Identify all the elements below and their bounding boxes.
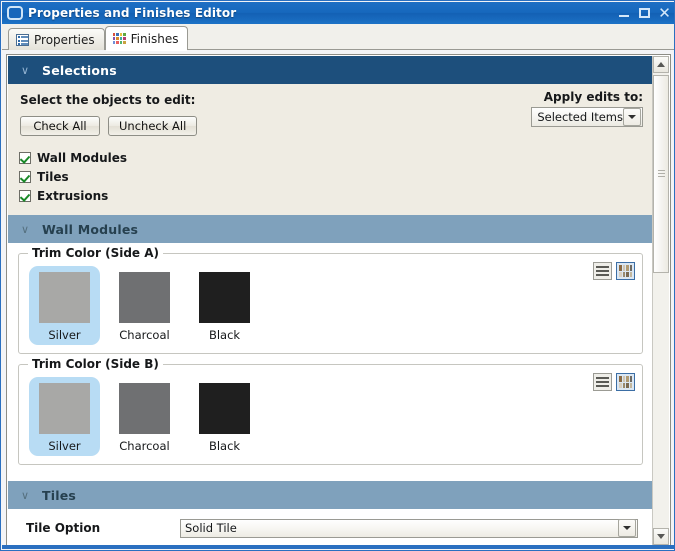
scroll-viewport: ∨ Selections Select the objects to edit:… xyxy=(8,56,653,545)
tab-properties[interactable]: Properties xyxy=(8,28,105,50)
scroll-thumb-grip xyxy=(658,170,665,179)
apply-edits-label: Apply edits to: xyxy=(543,90,643,104)
swatch-color-chip[interactable] xyxy=(119,272,170,323)
apply-edits-block: Apply edits to: Selected Items xyxy=(531,90,643,127)
window-bottom-edge xyxy=(2,545,674,549)
thumbnail-view-icon[interactable] xyxy=(616,373,635,391)
group-box: Trim Color (Side A) Silver Charcoal Black xyxy=(18,246,643,354)
swatch-label: Silver xyxy=(48,439,81,453)
check-all-button[interactable]: Check All xyxy=(20,116,100,136)
object-checkbox-list: Wall Modules Tiles Extrusions xyxy=(19,148,643,205)
window-app-icon xyxy=(7,6,23,20)
tab-strip: Properties Finishes xyxy=(2,24,674,51)
swatch-charcoal[interactable]: Charcoal xyxy=(109,377,180,456)
swatch-row: Silver Charcoal Black xyxy=(27,377,634,456)
vertical-scrollbar[interactable] xyxy=(652,56,669,545)
maximize-button[interactable] xyxy=(638,7,651,20)
color-grid-icon xyxy=(112,32,126,45)
scroll-thumb[interactable] xyxy=(653,75,669,273)
swatch-color-chip[interactable] xyxy=(39,272,90,323)
swatch-label: Silver xyxy=(48,328,81,342)
tile-option-label: Tile Option xyxy=(26,521,101,535)
chevron-down-icon: ∨ xyxy=(20,222,30,236)
list-icon xyxy=(16,33,29,46)
checkbox-row[interactable]: Wall Modules xyxy=(19,148,643,167)
properties-and-finishes-editor-window: Properties and Finishes Editor ✕ Propert… xyxy=(0,0,675,551)
apply-edits-dropdown[interactable]: Selected Items xyxy=(531,107,643,127)
content-pane: ∨ Selections Select the objects to edit:… xyxy=(6,54,671,547)
section-title-selections: Selections xyxy=(42,62,117,78)
title-bar: Properties and Finishes Editor ✕ xyxy=(2,2,674,24)
section-header-selections[interactable]: ∨ Selections xyxy=(8,56,653,84)
scroll-content: ∨ Selections Select the objects to edit:… xyxy=(8,56,653,545)
field-row-tile-option: Tile Option Solid Tile xyxy=(8,515,653,541)
close-button[interactable]: ✕ xyxy=(658,5,671,20)
swatch-row: Silver Charcoal Black xyxy=(27,266,634,345)
swatch-label: Black xyxy=(208,439,241,453)
tiles-body: Tile Option Solid Tile Medium Density Fi… xyxy=(8,509,653,545)
swatch-label: Black xyxy=(208,328,241,342)
chevron-down-icon[interactable] xyxy=(618,519,636,537)
wall-modules-body: Trim Color (Side A) Silver Charcoal Black Tr… xyxy=(8,243,653,481)
list-view-icon[interactable] xyxy=(593,373,612,391)
view-mode-toggles xyxy=(593,262,635,280)
swatch-charcoal[interactable]: Charcoal xyxy=(109,266,180,345)
uncheck-all-button[interactable]: Uncheck All xyxy=(108,116,198,136)
scroll-down-button[interactable] xyxy=(653,528,669,545)
swatch-silver[interactable]: Silver xyxy=(29,377,100,456)
checkbox-tiles[interactable] xyxy=(19,170,31,183)
checkbox-wall-modules[interactable] xyxy=(19,151,31,164)
tab-properties-label: Properties xyxy=(34,32,95,47)
chevron-down-icon: ∨ xyxy=(20,63,30,77)
minimize-button[interactable] xyxy=(618,7,631,20)
checkbox-label: Tiles xyxy=(37,169,69,184)
swatch-black[interactable]: Black xyxy=(189,377,260,456)
group-title: Trim Color (Side A) xyxy=(28,246,164,260)
section-header-tiles[interactable]: ∨ Tiles xyxy=(8,481,653,509)
swatch-black[interactable]: Black xyxy=(189,266,260,345)
tab-finishes-label: Finishes xyxy=(130,31,179,46)
thumbnail-view-icon[interactable] xyxy=(616,262,635,280)
swatch-color-chip[interactable] xyxy=(39,383,90,434)
group-title: Trim Color (Side B) xyxy=(28,357,163,371)
swatch-color-chip[interactable] xyxy=(199,272,250,323)
view-mode-toggles xyxy=(593,373,635,391)
tile-option-value: Solid Tile xyxy=(185,521,237,535)
swatch-color-chip[interactable] xyxy=(199,383,250,434)
checkbox-extrusions[interactable] xyxy=(19,189,31,202)
window-controls: ✕ xyxy=(618,2,671,24)
swatch-label: Charcoal xyxy=(119,328,170,342)
tab-finishes[interactable]: Finishes xyxy=(104,26,189,51)
section-title-wall-modules: Wall Modules xyxy=(42,221,139,237)
group-box: Trim Color (Side B) Silver Charcoal Black xyxy=(18,357,643,465)
checkbox-label: Wall Modules xyxy=(37,150,128,165)
window-title: Properties and Finishes Editor xyxy=(28,6,237,20)
section-header-wall-modules[interactable]: ∨ Wall Modules xyxy=(8,215,653,243)
swatch-color-chip[interactable] xyxy=(119,383,170,434)
section-title-tiles: Tiles xyxy=(42,487,77,503)
swatch-silver[interactable]: Silver xyxy=(29,266,100,345)
list-view-icon[interactable] xyxy=(593,262,612,280)
chevron-down-icon: ∨ xyxy=(20,488,30,502)
tile-option-dropdown[interactable]: Solid Tile xyxy=(180,518,638,538)
selections-body: Select the objects to edit: Check All Un… xyxy=(8,84,653,215)
chevron-down-icon[interactable] xyxy=(623,108,641,126)
checkbox-row[interactable]: Tiles xyxy=(19,167,643,186)
apply-edits-value: Selected Items xyxy=(537,110,623,124)
swatch-label: Charcoal xyxy=(119,439,170,453)
checkbox-label: Extrusions xyxy=(37,188,109,203)
checkbox-row[interactable]: Extrusions xyxy=(19,186,643,205)
scroll-up-button[interactable] xyxy=(653,56,669,73)
